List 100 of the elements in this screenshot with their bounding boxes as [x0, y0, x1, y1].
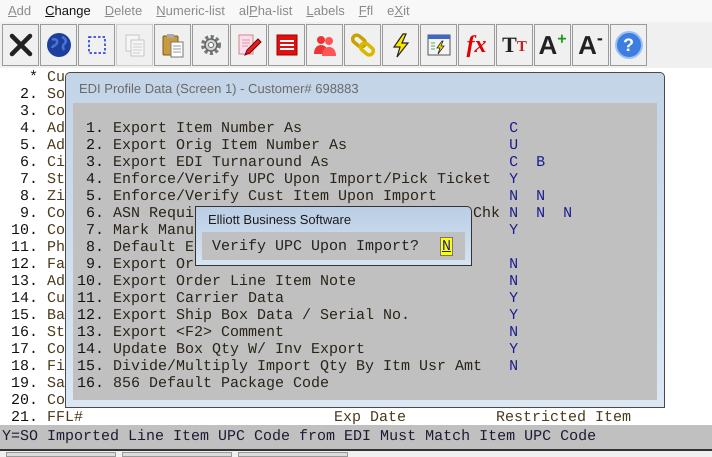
option-value: N — [536, 188, 546, 205]
option-label: ASN Requi — [113, 205, 194, 222]
row-number: 11. — [11, 239, 38, 256]
field-label: St — [47, 324, 66, 341]
field-label: Ad — [47, 120, 66, 137]
option-number: 13. — [77, 324, 104, 341]
option-number: 16. — [77, 375, 104, 392]
option-value: C — [509, 154, 518, 171]
globe-icon — [44, 31, 72, 59]
option-label: Export Order Line Item Note — [113, 273, 356, 290]
option-number: 10. — [77, 273, 104, 290]
field-label: Fa — [47, 256, 66, 273]
option-value: Y — [509, 307, 518, 324]
option-label: Export EDI Turnaround As — [113, 154, 330, 171]
option-value: Y — [509, 171, 518, 188]
chain-link-icon — [348, 31, 376, 59]
window-title: EDI Profile Data (Screen 1) - Customer# 698883 — [79, 80, 359, 96]
row-number: 4. — [18, 120, 38, 137]
option-label: Update Box Qty W/ Inv Export — [113, 341, 366, 358]
toolbar-button[interactable] — [230, 24, 267, 66]
option-number: 14. — [77, 341, 104, 358]
row-number: 19. — [11, 375, 38, 392]
field-label: Ci — [47, 154, 66, 171]
option-label: Export Ship Box Data / Serial No. — [113, 307, 410, 324]
field-label: Ba — [47, 307, 66, 324]
row-number: 20. — [11, 392, 38, 409]
option-number: 9. — [84, 256, 104, 273]
row-number: 9. — [18, 205, 38, 222]
row-number: 16. — [11, 324, 38, 341]
toolbar-button[interactable] — [420, 24, 457, 66]
row-number: 7. — [18, 171, 38, 188]
field-label: Zi — [47, 188, 66, 205]
option-number: 2. — [84, 137, 104, 154]
field-label: Exp Date — [334, 409, 406, 426]
option-value: Y — [509, 290, 518, 307]
option-value: Y — [509, 341, 518, 358]
dialog-title: Elliott Business Software — [208, 211, 352, 228]
option-number: 8. — [84, 239, 104, 256]
option-number: 5. — [84, 188, 104, 205]
option-value: N — [509, 205, 518, 222]
option-label: Divide/Multiply Import Qty By Itm Usr Amt — [113, 358, 482, 375]
toolbar-button[interactable] — [382, 24, 419, 66]
toolbar-button[interactable]: ? — [610, 24, 647, 66]
row-number: 17. — [11, 341, 38, 358]
toolbar-button[interactable] — [78, 24, 115, 66]
field-label: Restricted Item — [496, 409, 632, 426]
option-value: N — [509, 358, 518, 375]
field-label: Ad — [47, 273, 66, 290]
option-label: Export Or — [113, 256, 194, 273]
option-value: N — [509, 256, 518, 273]
field-label: Co — [47, 205, 66, 222]
option-number: 12. — [77, 307, 104, 324]
option-number: 6. — [84, 205, 104, 222]
option-number: 4. — [84, 171, 104, 188]
option-value: N — [509, 324, 518, 341]
toolbar-button[interactable] — [154, 24, 191, 66]
menu-item[interactable]: Change — [45, 1, 91, 21]
option-label: Chk — [473, 205, 500, 222]
option-value: B — [536, 154, 546, 171]
field-label: St — [47, 171, 66, 188]
row-number: 10. — [11, 222, 38, 239]
toolbar-button[interactable]: A- — [572, 24, 609, 66]
row-number: 21. — [11, 409, 38, 426]
field-label: Fi — [47, 358, 66, 375]
option-value: N — [509, 273, 518, 290]
row-number: 2. — [18, 86, 38, 103]
option-label: 856 Default Package Code — [113, 375, 330, 392]
option-label: Enforce/Verify UPC Upon Import/Pick Ticket — [113, 171, 492, 188]
field-label: Ad — [47, 137, 66, 154]
row-number: 5. — [18, 137, 38, 154]
toolbar-button[interactable]: fx — [458, 24, 495, 66]
option-label: Enforce/Verify Cust Item Upon Import — [113, 188, 438, 205]
field-label: Ph — [47, 239, 66, 256]
row-number: 14. — [11, 290, 38, 307]
field-label: Sa — [47, 375, 66, 392]
option-value: U — [509, 137, 518, 154]
toolbar-button[interactable]: A+ — [534, 24, 571, 66]
answer-field[interactable]: N — [440, 236, 453, 256]
row-number: 8. — [18, 188, 38, 205]
toolbar-button[interactable] — [40, 24, 77, 66]
option-number: 7. — [84, 222, 104, 239]
option-number: 11. — [77, 290, 104, 307]
field-label: FFL# — [47, 409, 84, 426]
field-label: Co — [47, 103, 66, 120]
row-number: 15. — [11, 307, 38, 324]
toolbar-button[interactable] — [268, 24, 305, 66]
option-label: Export Carrier Data — [113, 290, 284, 307]
option-value: N — [563, 205, 572, 222]
option-value: Y — [509, 222, 518, 239]
row-number: 6. — [18, 154, 38, 171]
field-label: Cu — [47, 69, 66, 86]
field-label: Co — [47, 392, 66, 409]
option-label: Mark Manu — [113, 222, 194, 239]
field-label: Cu — [47, 290, 66, 307]
toolbar-button[interactable]: TT — [496, 24, 533, 66]
row-number: 3. — [18, 103, 38, 120]
toolbar-button[interactable] — [2, 24, 39, 66]
status-message: Y=SO Imported Line Item UPC Code from EDI Must Match Item UPC Code — [2, 426, 596, 447]
field-label: Co — [47, 341, 66, 358]
row-number: * — [28, 69, 38, 86]
